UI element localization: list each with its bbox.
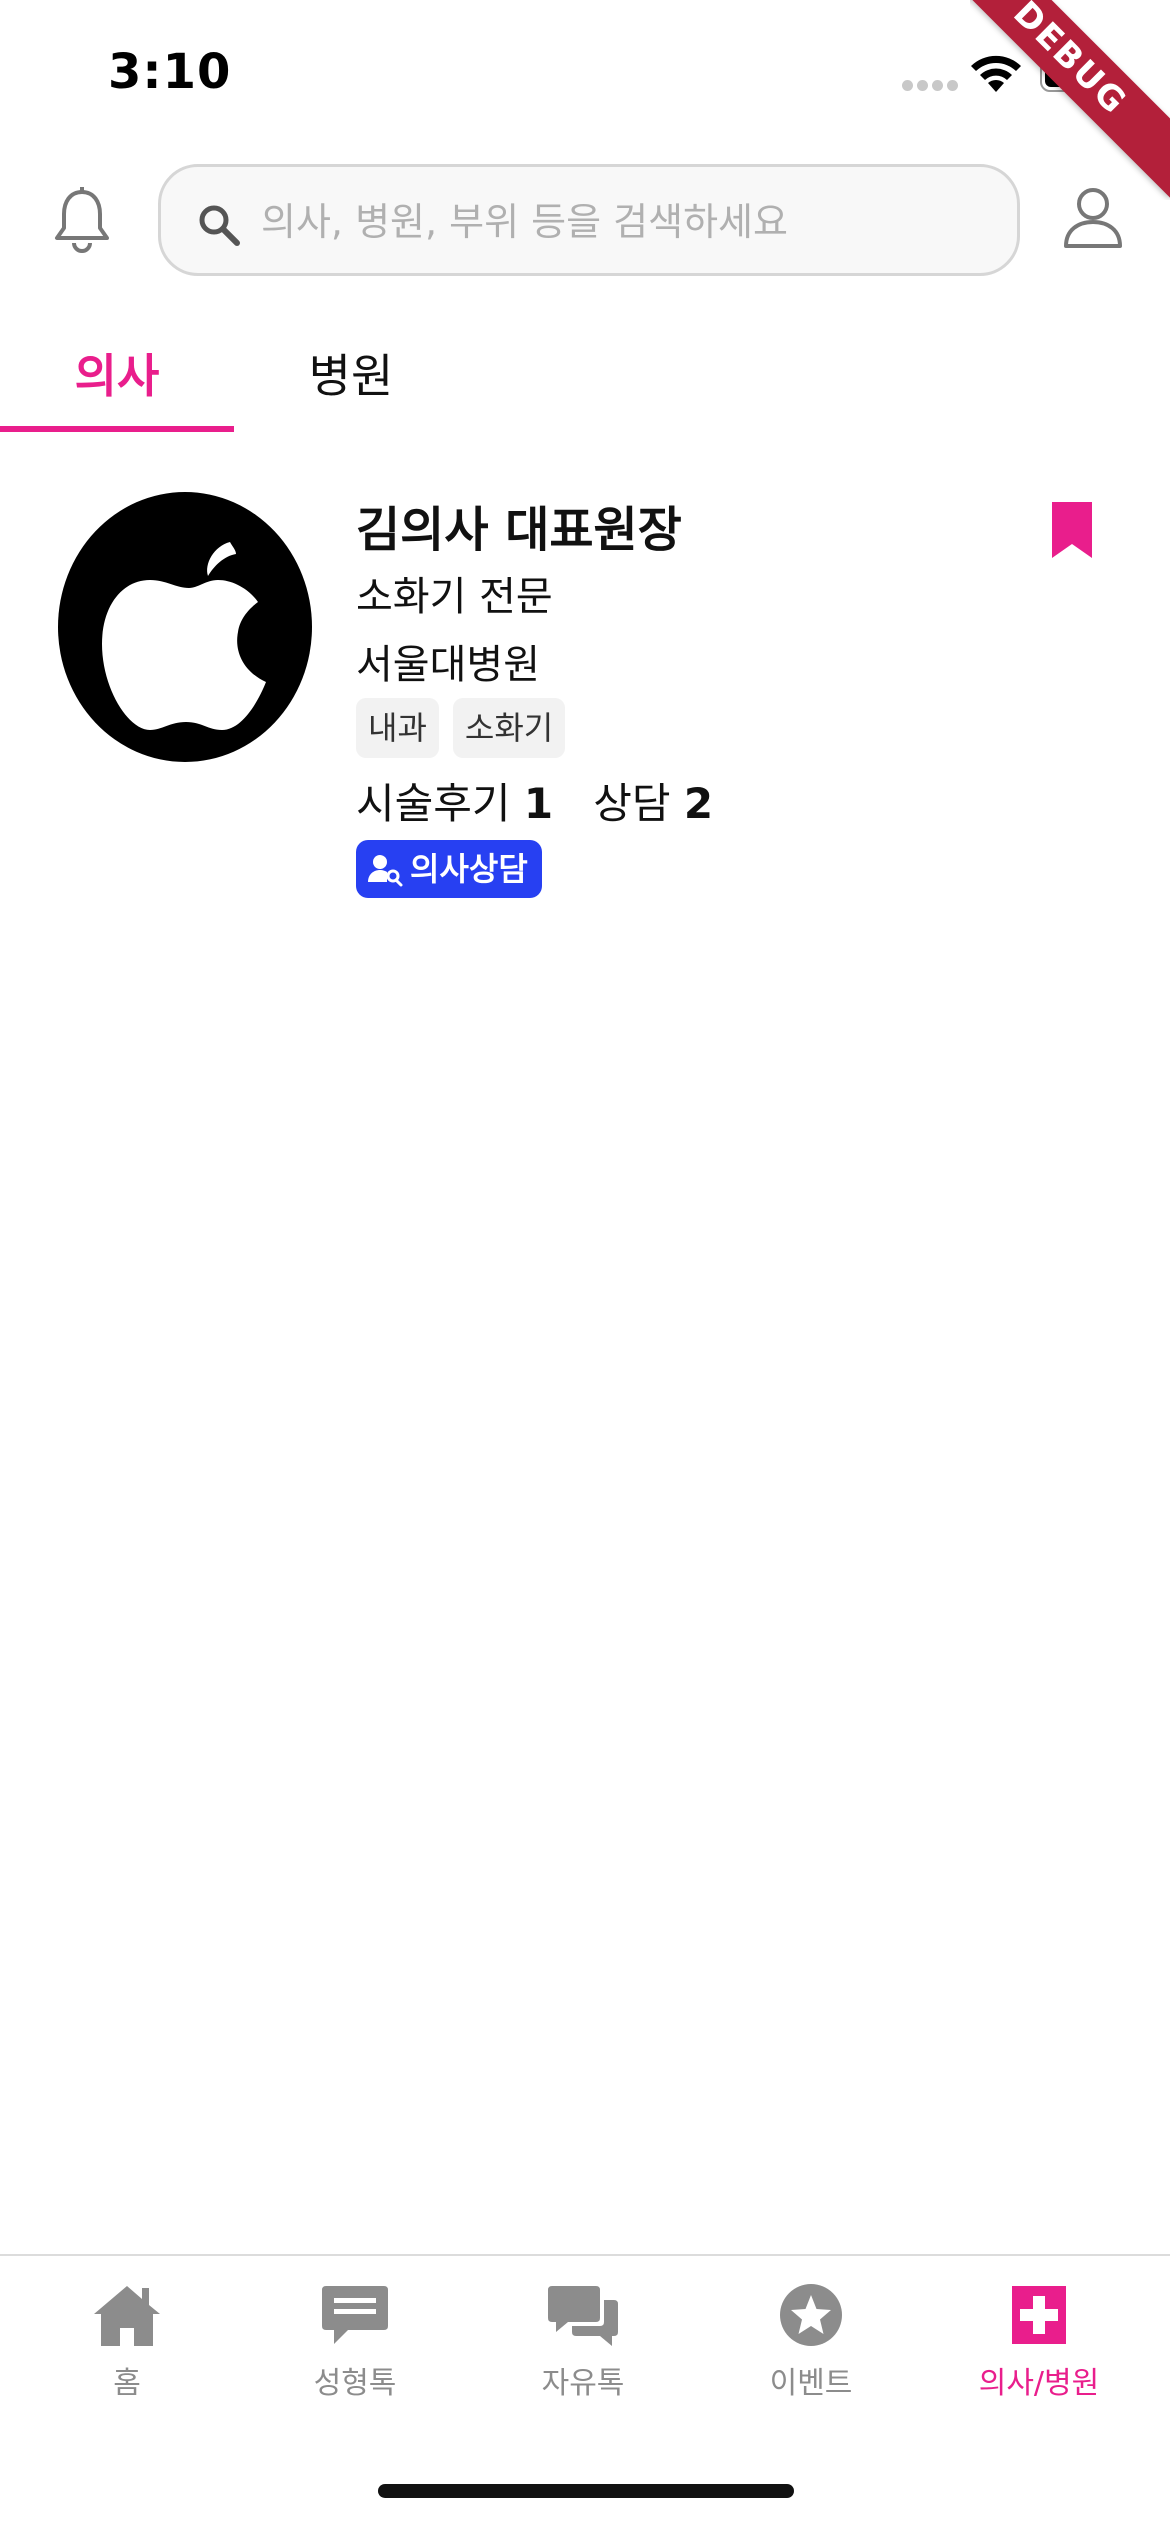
nav-label: 자유톡 [541, 2366, 625, 2401]
search-icon [199, 205, 240, 246]
star-icon [780, 2284, 842, 2346]
home-indicator [378, 2484, 794, 2498]
doctor-hospital-tabs: 의사 병원 [0, 320, 1170, 432]
status-time: 3:10 [108, 44, 232, 100]
search-bar[interactable] [158, 164, 1020, 276]
active-tab-indicator [0, 426, 234, 432]
home-icon [94, 2286, 160, 2346]
doctor-card[interactable]: 김의사 대표원장 소화기 전문 서울대병원 내과 소화기 시술후기 1 상담 2… [0, 470, 1170, 910]
nav-item-plastic-talk[interactable]: 성형톡 [238, 2282, 472, 2422]
bookmark-icon[interactable] [1050, 500, 1094, 560]
consult-count: 2 [683, 779, 714, 828]
chat-bubble-icon [322, 2286, 388, 2344]
person-search-icon [368, 855, 403, 887]
apple-logo-icon [102, 542, 266, 730]
profile-icon[interactable] [1060, 184, 1126, 250]
nav-label: 성형톡 [313, 2366, 397, 2401]
medical-cross-icon [1012, 2286, 1066, 2344]
doctor-consult-badge[interactable]: 의사상담 [356, 840, 542, 898]
tab-hospital[interactable]: 병원 [234, 320, 468, 432]
tag-chip: 내과 [356, 698, 439, 758]
specialty-tags: 내과 소화기 [356, 698, 566, 758]
nav-label: 이벤트 [769, 2366, 853, 2401]
top-header [0, 160, 1170, 280]
consult-badge-label: 의사상담 [410, 850, 528, 888]
doctor-hospital: 서울대병원 [356, 642, 540, 688]
tag-chip: 소화기 [452, 698, 566, 758]
search-input[interactable] [261, 187, 991, 257]
review-count: 1 [523, 779, 554, 828]
nav-item-event[interactable]: 이벤트 [694, 2282, 928, 2422]
cellular-signal-icon [902, 80, 958, 92]
chat-bubbles-icon [548, 2286, 618, 2346]
nav-item-doctor-hospital[interactable]: 의사/병원 [922, 2282, 1156, 2422]
doctor-avatar [58, 492, 312, 762]
nav-item-home[interactable]: 홈 [10, 2282, 244, 2422]
review-label: 시술후기 [356, 779, 511, 828]
consult-label: 상담 [593, 779, 671, 828]
doctor-stats: 시술후기 1 상담 2 [356, 770, 713, 831]
tab-doctor[interactable]: 의사 [0, 320, 234, 432]
nav-label: 의사/병원 [978, 2366, 1100, 2401]
bell-icon[interactable] [50, 186, 114, 254]
nav-label: 홈 [113, 2366, 141, 2401]
doctor-specialty: 소화기 전문 [356, 574, 553, 620]
doctor-name: 김의사 대표원장 [356, 502, 682, 558]
nav-item-free-talk[interactable]: 자유톡 [466, 2282, 700, 2422]
